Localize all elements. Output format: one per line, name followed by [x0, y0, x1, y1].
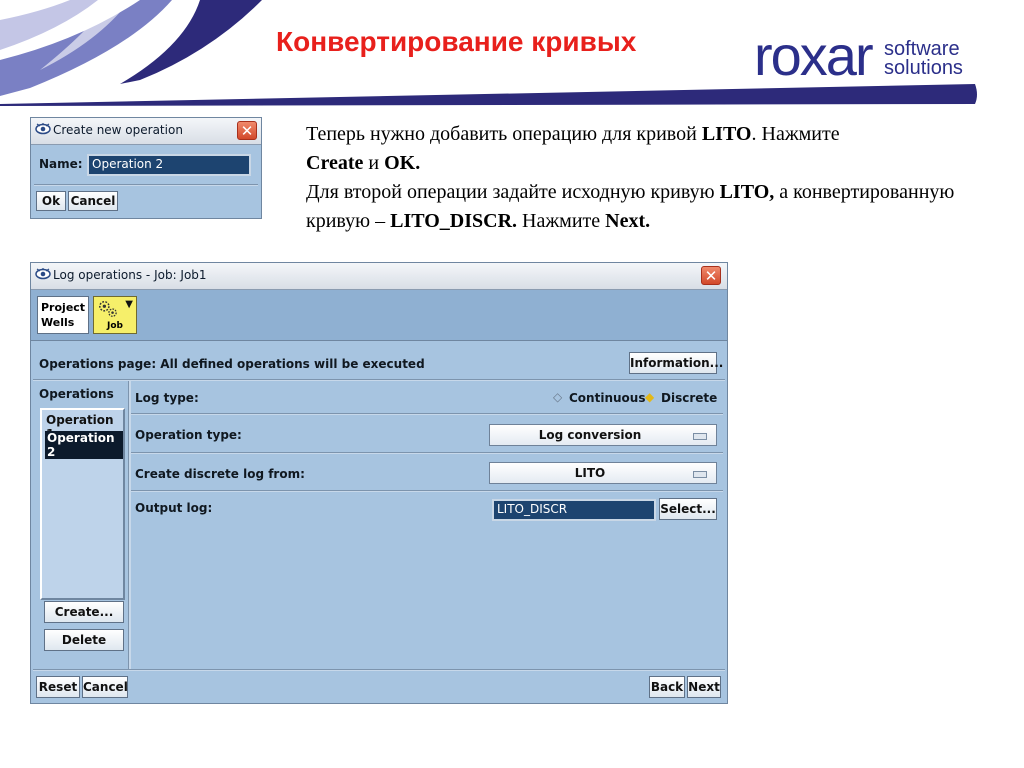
bottom-divider	[33, 669, 725, 671]
dialog-titlebar: Create new operation ✕	[31, 118, 261, 145]
output-log-label: Output log:	[135, 501, 213, 515]
reset-button[interactable]: Reset	[36, 676, 80, 698]
output-log-input[interactable]: LITO_DISCR	[492, 499, 656, 521]
project-wells-tab[interactable]: Project Wells	[37, 296, 89, 334]
instr-bold: LITO_DISCR.	[390, 210, 518, 232]
form-divider	[131, 452, 723, 454]
ok-button[interactable]: Ok	[36, 191, 66, 211]
operations-page-info: Operations page: All defined operations …	[39, 357, 425, 371]
operations-header: Operations	[39, 387, 114, 401]
eye-icon	[35, 268, 51, 280]
job-tab-label: Job	[107, 321, 123, 331]
radio-continuous-icon[interactable]: ◇	[553, 390, 562, 404]
cancel-button[interactable]: Cancel	[68, 191, 118, 211]
gears-icon	[99, 301, 117, 317]
delete-button[interactable]: Delete	[44, 629, 124, 651]
select-button[interactable]: Select...	[659, 498, 717, 520]
radio-discrete-label[interactable]: Discrete	[661, 391, 717, 405]
instr-text: Для второй операции задайте исходную кри…	[306, 181, 720, 203]
job-tab[interactable]: ▼ Job	[93, 296, 137, 334]
create-button[interactable]: Create...	[44, 601, 124, 623]
instr-bold: Create	[306, 152, 364, 174]
next-button[interactable]: Next	[687, 676, 721, 698]
instr-bold: Next.	[605, 210, 651, 232]
radio-discrete-icon[interactable]: ◆	[645, 390, 654, 404]
operation-name-input[interactable]: Operation 2	[87, 154, 251, 176]
instr-bold: OK.	[384, 152, 421, 174]
operation-type-value: Log conversion	[538, 428, 642, 442]
operation-type-select[interactable]: Log conversion	[489, 424, 717, 446]
create-from-select[interactable]: LITO	[489, 462, 717, 484]
slide-title: Конвертирование кривых	[276, 26, 637, 57]
chevron-down-icon[interactable]: ▼	[125, 299, 133, 310]
close-icon[interactable]: ✕	[701, 266, 721, 285]
dialog-divider	[34, 184, 258, 186]
instr-bold: LITO,	[719, 181, 775, 203]
create-from-label: Create discrete log from:	[135, 467, 305, 481]
instruction-paragraph-2: Для второй операции задайте исходную кри…	[306, 178, 1006, 236]
operations-list[interactable]: Operation 1 Operation 2	[40, 408, 125, 600]
logo-tagline: software solutions	[884, 39, 963, 79]
window-titlebar: Log operations - Job: Job1 ✕	[31, 263, 727, 290]
cancel-button[interactable]: Cancel	[82, 676, 128, 698]
info-divider	[33, 379, 725, 381]
name-label: Name:	[39, 157, 83, 171]
instr-text: Нажмите	[517, 210, 606, 232]
instruction-text: Теперь нужно добавить операцию для криво…	[306, 120, 1006, 236]
logo-wordmark: roxar	[754, 24, 874, 87]
form-divider	[131, 413, 723, 415]
create-from-value: LITO	[574, 466, 606, 480]
information-button[interactable]: Information...	[629, 352, 723, 374]
list-item-selected[interactable]: Operation 2	[45, 431, 123, 459]
window-title: Log operations - Job: Job1	[53, 268, 207, 282]
project-wells-label-1: Project	[41, 301, 86, 314]
logo-tagline-line2: solutions	[884, 57, 963, 79]
eye-icon	[35, 123, 51, 135]
log-operations-window: Log operations - Job: Job1 ✕ Project Wel…	[30, 262, 728, 704]
log-type-label: Log type:	[135, 391, 199, 405]
instruction-paragraph-1: Теперь нужно добавить операцию для криво…	[306, 120, 1006, 178]
toolbar: Project Wells ▼ Job	[31, 290, 727, 341]
project-wells-label-2: Wells	[41, 316, 75, 329]
instr-text: Теперь нужно добавить операцию для криво…	[306, 123, 702, 145]
panel-divider	[128, 381, 131, 669]
radio-continuous-label[interactable]: Continuous	[569, 391, 645, 405]
instr-text: и	[363, 152, 385, 174]
close-icon[interactable]: ✕	[237, 121, 257, 140]
instr-bold: LITO	[701, 123, 752, 145]
operation-type-label: Operation type:	[135, 428, 242, 442]
log-type-radio-group: ◇ Continuous ◆ Discrete	[551, 390, 721, 408]
select-knob-icon	[693, 471, 707, 478]
back-button[interactable]: Back	[649, 676, 685, 698]
select-knob-icon	[693, 433, 707, 440]
form-divider	[131, 490, 723, 492]
instr-text: . Нажмите	[751, 123, 840, 145]
create-operation-dialog: Create new operation ✕ Name: Operation 2…	[30, 117, 262, 219]
dialog-title: Create new operation	[53, 123, 183, 137]
